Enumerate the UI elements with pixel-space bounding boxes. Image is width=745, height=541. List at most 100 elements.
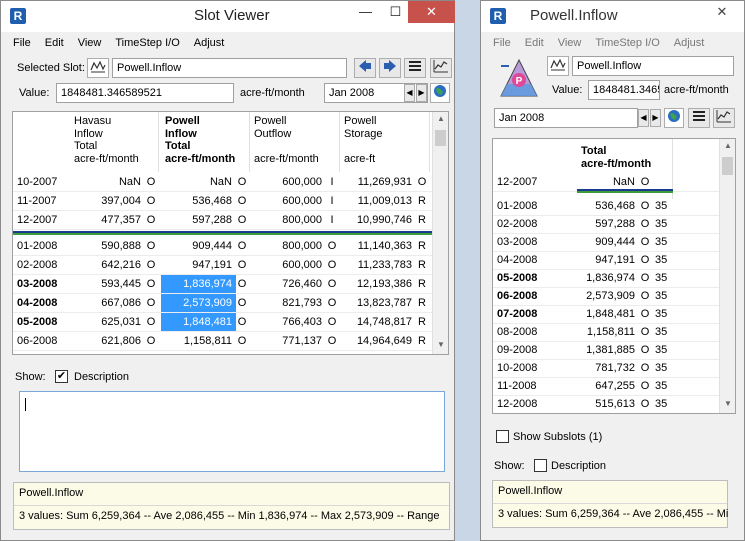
menu-file[interactable]: File xyxy=(493,34,511,52)
table-row[interactable]: 08-2008 1,158,811 O 35 xyxy=(493,323,719,342)
cell-value[interactable]: 771,137 xyxy=(250,332,326,350)
menu-view[interactable]: View xyxy=(78,34,102,52)
cell-value[interactable]: 590,888 xyxy=(70,237,145,255)
cell-value[interactable]: 397,004 xyxy=(70,192,145,210)
cell-value[interactable]: 14,964,649 xyxy=(340,332,416,350)
cell-value[interactable]: 1,158,811 xyxy=(577,323,639,341)
cell-value[interactable]: 766,403 xyxy=(250,313,326,331)
cell-value[interactable]: 600,000 xyxy=(250,256,326,274)
cell-value[interactable]: 600,000 xyxy=(250,192,326,210)
globe-icon[interactable] xyxy=(664,108,684,128)
cell-value[interactable]: 2,573,909 xyxy=(161,294,236,312)
cell-value[interactable]: 1,836,974 xyxy=(161,275,236,293)
date-prev-button[interactable]: ◀ xyxy=(404,84,415,102)
title-bar[interactable]: R Powell.Inflow ✕ xyxy=(481,1,744,32)
plot-icon[interactable] xyxy=(430,58,452,78)
date-next-button[interactable]: ▶ xyxy=(650,109,661,127)
show-subslots-checkbox[interactable] xyxy=(496,430,509,443)
table-row[interactable]: 10-2007 NaN O NaN O 600,000 I 11,269,931 O xyxy=(13,173,434,192)
cell-value[interactable]: 1,158,811 xyxy=(161,332,236,350)
cell-value[interactable]: 947,191 xyxy=(577,251,639,269)
table-row[interactable]: 11-2007 397,004 O 536,468 O 600,000 I 11,009,01… xyxy=(13,192,434,211)
date-next-button[interactable]: ▶ xyxy=(416,84,427,102)
column-header[interactable]: Powell Outflow acre-ft/month xyxy=(250,112,340,172)
cell-value[interactable]: 14,748,817 xyxy=(340,313,416,331)
cell-value[interactable]: 642,216 xyxy=(70,256,145,274)
date-field[interactable]: Jan 2008 xyxy=(494,108,638,128)
scroll-down-icon[interactable]: ▼ xyxy=(433,340,448,349)
cell-value[interactable]: 1,381,885 xyxy=(161,351,236,354)
scroll-thumb[interactable] xyxy=(722,157,733,175)
description-textarea[interactable] xyxy=(19,391,445,472)
cell-value[interactable]: 2,573,909 xyxy=(577,287,639,305)
slot-name-field[interactable]: Powell.Inflow xyxy=(572,56,734,76)
column-header[interactable]: Powell Storage acre-ft xyxy=(340,112,430,172)
menu-edit[interactable]: Edit xyxy=(525,34,544,52)
cell-value[interactable]: 1,848,481 xyxy=(161,313,236,331)
close-button[interactable]: ✕ xyxy=(699,1,745,23)
next-arrow-icon[interactable] xyxy=(379,58,401,78)
title-bar[interactable]: R Slot Viewer — ☐ ✕ xyxy=(1,1,455,32)
cell-value[interactable]: 536,468 xyxy=(161,192,236,210)
table-row[interactable]: 04-2008 947,191 O 35 xyxy=(493,251,719,270)
scroll-down-icon[interactable]: ▼ xyxy=(720,399,735,408)
cell-value[interactable]: 1,836,974 xyxy=(577,269,639,287)
table-row[interactable]: 07-2008 1,848,481 O 35 xyxy=(493,305,719,324)
scroll-up-icon[interactable]: ▲ xyxy=(433,114,448,123)
table-row[interactable]: 01-2008 536,468 O 35 xyxy=(493,197,719,216)
selected-slot-field[interactable]: Powell.Inflow xyxy=(112,58,347,78)
cell-value[interactable]: 11,009,013 xyxy=(340,192,416,210)
cell-value[interactable]: 821,793 xyxy=(250,294,326,312)
list-icon[interactable] xyxy=(688,108,710,128)
cell-value[interactable]: 597,288 xyxy=(161,211,236,229)
cell-value[interactable]: 11,140,363 xyxy=(340,237,416,255)
column-header[interactable]: Havasu Inflow Total acre-ft/month xyxy=(70,112,159,172)
cell-value[interactable]: NaN xyxy=(70,173,145,191)
table-row[interactable]: 06-2008 621,806 O 1,158,811 O 771,137 O 14,964,… xyxy=(13,332,434,351)
table-row[interactable]: 02-2008 642,216 O 947,191 O 600,000 O 11,233,78… xyxy=(13,256,434,275)
cell-value[interactable]: 496,297 xyxy=(70,351,145,354)
menu-timestep-io[interactable]: TimeStep I/O xyxy=(115,34,179,52)
cell-value[interactable]: 625,031 xyxy=(70,313,145,331)
cell-value[interactable]: 909,444 xyxy=(161,237,236,255)
table-row[interactable]: 06-2008 2,573,909 O 35 xyxy=(493,287,719,306)
grid-scrollbar[interactable]: ▲ ▼ xyxy=(432,112,448,354)
cell-value[interactable]: 800,000 xyxy=(250,237,326,255)
table-row[interactable]: 12-2008 515,613 O 35 xyxy=(493,395,719,413)
cell-value[interactable]: 11,269,931 xyxy=(340,173,416,191)
slot-grid[interactable]: Havasu Inflow Total acre-ft/month Powell Infl… xyxy=(12,111,449,355)
list-icon[interactable] xyxy=(404,58,426,78)
table-row[interactable]: 11-2008 647,255 O 35 xyxy=(493,377,719,396)
cell-value[interactable]: 1,848,481 xyxy=(577,305,639,323)
table-row[interactable]: 12-2007 477,357 O 597,288 O 800,000 I 10,990,74… xyxy=(13,211,434,230)
table-row[interactable]: 05-2008 625,031 O 1,848,481 O 766,403 O 14,748,… xyxy=(13,313,434,332)
table-row[interactable]: 05-2008 1,836,974 O 35 xyxy=(493,269,719,288)
value-input[interactable]: 1848481.3465 xyxy=(588,80,660,100)
column-header[interactable]: Powell Inflow Total acre-ft/month xyxy=(161,112,250,172)
grid-scrollbar[interactable]: ▲ ▼ xyxy=(719,139,735,413)
description-checkbox[interactable]: ✔ xyxy=(55,370,68,383)
table-row[interactable]: 09-2008 1,381,885 O 35 xyxy=(493,341,719,360)
date-prev-button[interactable]: ◀ xyxy=(638,109,649,127)
table-row[interactable]: 03-2008 909,444 O 35 xyxy=(493,233,719,252)
cell-value[interactable]: NaN xyxy=(161,173,236,191)
cell-value[interactable]: 798,725 xyxy=(250,351,326,354)
menu-timestep-io[interactable]: TimeStep I/O xyxy=(595,34,659,52)
menu-view[interactable]: View xyxy=(558,34,582,52)
close-button[interactable]: ✕ xyxy=(408,1,455,23)
chart-icon[interactable] xyxy=(87,58,109,78)
table-row[interactable]: 02-2008 597,288 O 35 xyxy=(493,215,719,234)
cell-value[interactable]: 800,000 xyxy=(250,211,326,229)
cell-value[interactable]: 667,086 xyxy=(70,294,145,312)
cell-value[interactable]: 1,381,885 xyxy=(577,341,639,359)
value-input[interactable]: 1848481.346589521 xyxy=(56,83,234,103)
cell-value[interactable]: 12,193,386 xyxy=(340,275,416,293)
maximize-button[interactable]: ☐ xyxy=(381,1,410,23)
table-row[interactable]: 10-2008 781,732 O 35 xyxy=(493,359,719,378)
table-row[interactable]: 07-2008496,297O1,381,885O798,725O15,598,… xyxy=(13,351,434,354)
plot-icon[interactable] xyxy=(713,108,735,128)
cell-value[interactable]: 10,990,746 xyxy=(340,211,416,229)
globe-icon[interactable] xyxy=(430,83,450,103)
menu-adjust[interactable]: Adjust xyxy=(194,34,225,52)
slot-grid[interactable]: Total acre-ft/month 12-2007 NaN O 01-2008 536… xyxy=(492,138,736,414)
